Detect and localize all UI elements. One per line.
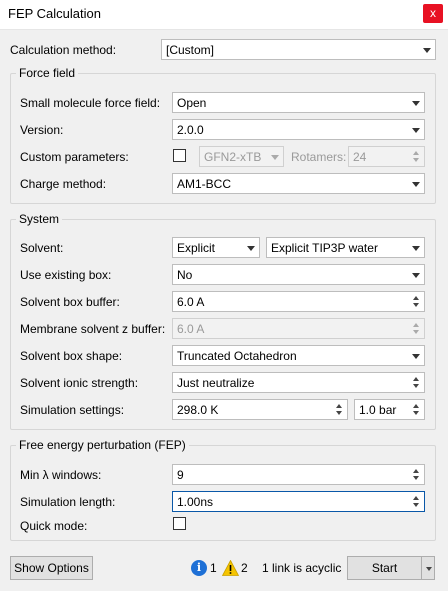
box-shape-dropdown[interactable]: Truncated Octahedron [172, 345, 425, 366]
calculation-method-label: Calculation method: [10, 43, 117, 57]
simulation-settings-label: Simulation settings: [20, 403, 125, 417]
solvent-box-buffer-value: 6.0 A [177, 295, 205, 309]
spin-down-icon[interactable] [413, 330, 419, 334]
charge-method-label: Charge method: [20, 177, 107, 191]
temperature-spinbox[interactable]: 298.0 K [172, 399, 348, 420]
use-existing-box-label: Use existing box: [20, 268, 112, 282]
show-options-button[interactable]: Show Options [10, 556, 93, 580]
chevron-down-icon [423, 48, 431, 53]
solvent-box-buffer-spinbox[interactable]: 6.0 A [172, 291, 425, 312]
charge-method-dropdown[interactable]: AM1-BCC [172, 173, 425, 194]
quick-mode-checkbox[interactable] [173, 517, 186, 530]
chevron-down-icon [412, 101, 420, 106]
pressure-spinbox[interactable]: 1.0 bar [354, 399, 425, 420]
calculation-method-value: [Custom] [166, 43, 215, 57]
chevron-down-icon [271, 155, 279, 160]
min-lambda-label: Min λ windows: [20, 468, 102, 482]
spin-down-icon[interactable] [413, 476, 419, 480]
spin-up-icon[interactable] [413, 496, 419, 500]
chevron-down-icon [412, 182, 420, 187]
version-dropdown[interactable]: 2.0.0 [172, 119, 425, 140]
fep-title: Free energy perturbation (FEP) [16, 438, 189, 452]
solvent-label: Solvent: [20, 241, 64, 255]
small-molecule-ff-dropdown[interactable]: Open [172, 92, 425, 113]
solvent-model-value: Explicit TIP3P water [271, 241, 378, 255]
ionic-strength-spinbox[interactable]: Just neutralize [172, 372, 425, 393]
rotamers-label: Rotamers: [291, 150, 347, 164]
custom-parameters-checkbox[interactable] [173, 149, 186, 162]
pressure-value: 1.0 bar [359, 403, 397, 417]
window-title: FEP Calculation [8, 6, 101, 21]
use-existing-box-value: No [177, 268, 193, 282]
spin-up-icon[interactable] [413, 296, 419, 300]
solvent-box-buffer-label: Solvent box buffer: [20, 295, 120, 309]
chevron-down-icon [247, 246, 255, 251]
info-icon[interactable]: i [191, 560, 207, 576]
custom-parameters-label: Custom parameters: [20, 150, 129, 164]
solvent-model-dropdown[interactable]: Explicit TIP3P water [266, 237, 425, 258]
chevron-down-icon [412, 354, 420, 359]
membrane-buffer-spinbox[interactable]: 6.0 A [172, 318, 425, 339]
quick-mode-label: Quick mode: [20, 519, 88, 533]
spin-up-icon[interactable] [413, 323, 419, 327]
chevron-down-icon [412, 128, 420, 133]
chevron-down-icon [412, 246, 420, 251]
chevron-down-icon [426, 567, 432, 571]
custom-parameters-method-dropdown[interactable]: GFN2-xTB [199, 146, 284, 167]
spin-down-icon[interactable] [413, 503, 419, 507]
spin-down-icon[interactable] [413, 384, 419, 388]
start-button[interactable]: Start [347, 556, 422, 580]
spin-up-icon[interactable] [413, 469, 419, 473]
membrane-buffer-value: 6.0 A [177, 322, 205, 336]
rotamers-value: 24 [353, 150, 367, 164]
sim-length-value: 1.00ns [177, 495, 214, 509]
start-options-dropdown[interactable] [421, 556, 435, 580]
solvent-type-dropdown[interactable]: Explicit [172, 237, 260, 258]
membrane-buffer-label: Membrane solvent z buffer: [20, 322, 166, 336]
warning-count: 2 [241, 561, 248, 575]
ionic-strength-value: Just neutralize [177, 376, 255, 390]
charge-method-value: AM1-BCC [177, 177, 232, 191]
start-label: Start [371, 561, 398, 575]
sim-length-spinbox[interactable]: 1.00ns [172, 491, 425, 512]
box-shape-label: Solvent box shape: [20, 349, 123, 363]
spin-up-icon[interactable] [413, 151, 419, 155]
close-button[interactable]: x [423, 4, 443, 23]
temperature-value: 298.0 K [177, 403, 219, 417]
sim-length-label: Simulation length: [20, 495, 116, 509]
system-title: System [16, 212, 63, 226]
small-molecule-ff-value: Open [177, 96, 207, 110]
status-message: 1 link is acyclic [262, 561, 342, 575]
rotamers-spinbox[interactable]: 24 [348, 146, 425, 167]
close-icon: x [430, 6, 436, 20]
spin-up-icon[interactable] [336, 404, 342, 408]
use-existing-box-dropdown[interactable]: No [172, 264, 425, 285]
spin-down-icon[interactable] [336, 411, 342, 415]
small-molecule-ff-label: Small molecule force field: [20, 96, 161, 110]
min-lambda-spinbox[interactable]: 9 [172, 464, 425, 485]
solvent-type-value: Explicit [177, 241, 216, 255]
warning-icon[interactable] [222, 560, 239, 576]
custom-parameters-method-value: GFN2-xTB [204, 150, 262, 164]
spin-up-icon[interactable] [413, 377, 419, 381]
calculation-method-dropdown[interactable]: [Custom] [161, 39, 436, 60]
spin-down-icon[interactable] [413, 411, 419, 415]
spin-down-icon[interactable] [413, 158, 419, 162]
box-shape-value: Truncated Octahedron [177, 349, 297, 363]
spin-down-icon[interactable] [413, 303, 419, 307]
info-count: 1 [210, 561, 217, 575]
chevron-down-icon [412, 273, 420, 278]
show-options-label: Show Options [14, 561, 89, 575]
force-field-title: Force field [16, 66, 79, 80]
spin-up-icon[interactable] [413, 404, 419, 408]
version-value: 2.0.0 [177, 123, 204, 137]
ionic-strength-label: Solvent ionic strength: [20, 376, 139, 390]
version-label: Version: [20, 123, 64, 137]
title-bar: FEP Calculation x [0, 0, 448, 30]
min-lambda-value: 9 [177, 468, 184, 482]
